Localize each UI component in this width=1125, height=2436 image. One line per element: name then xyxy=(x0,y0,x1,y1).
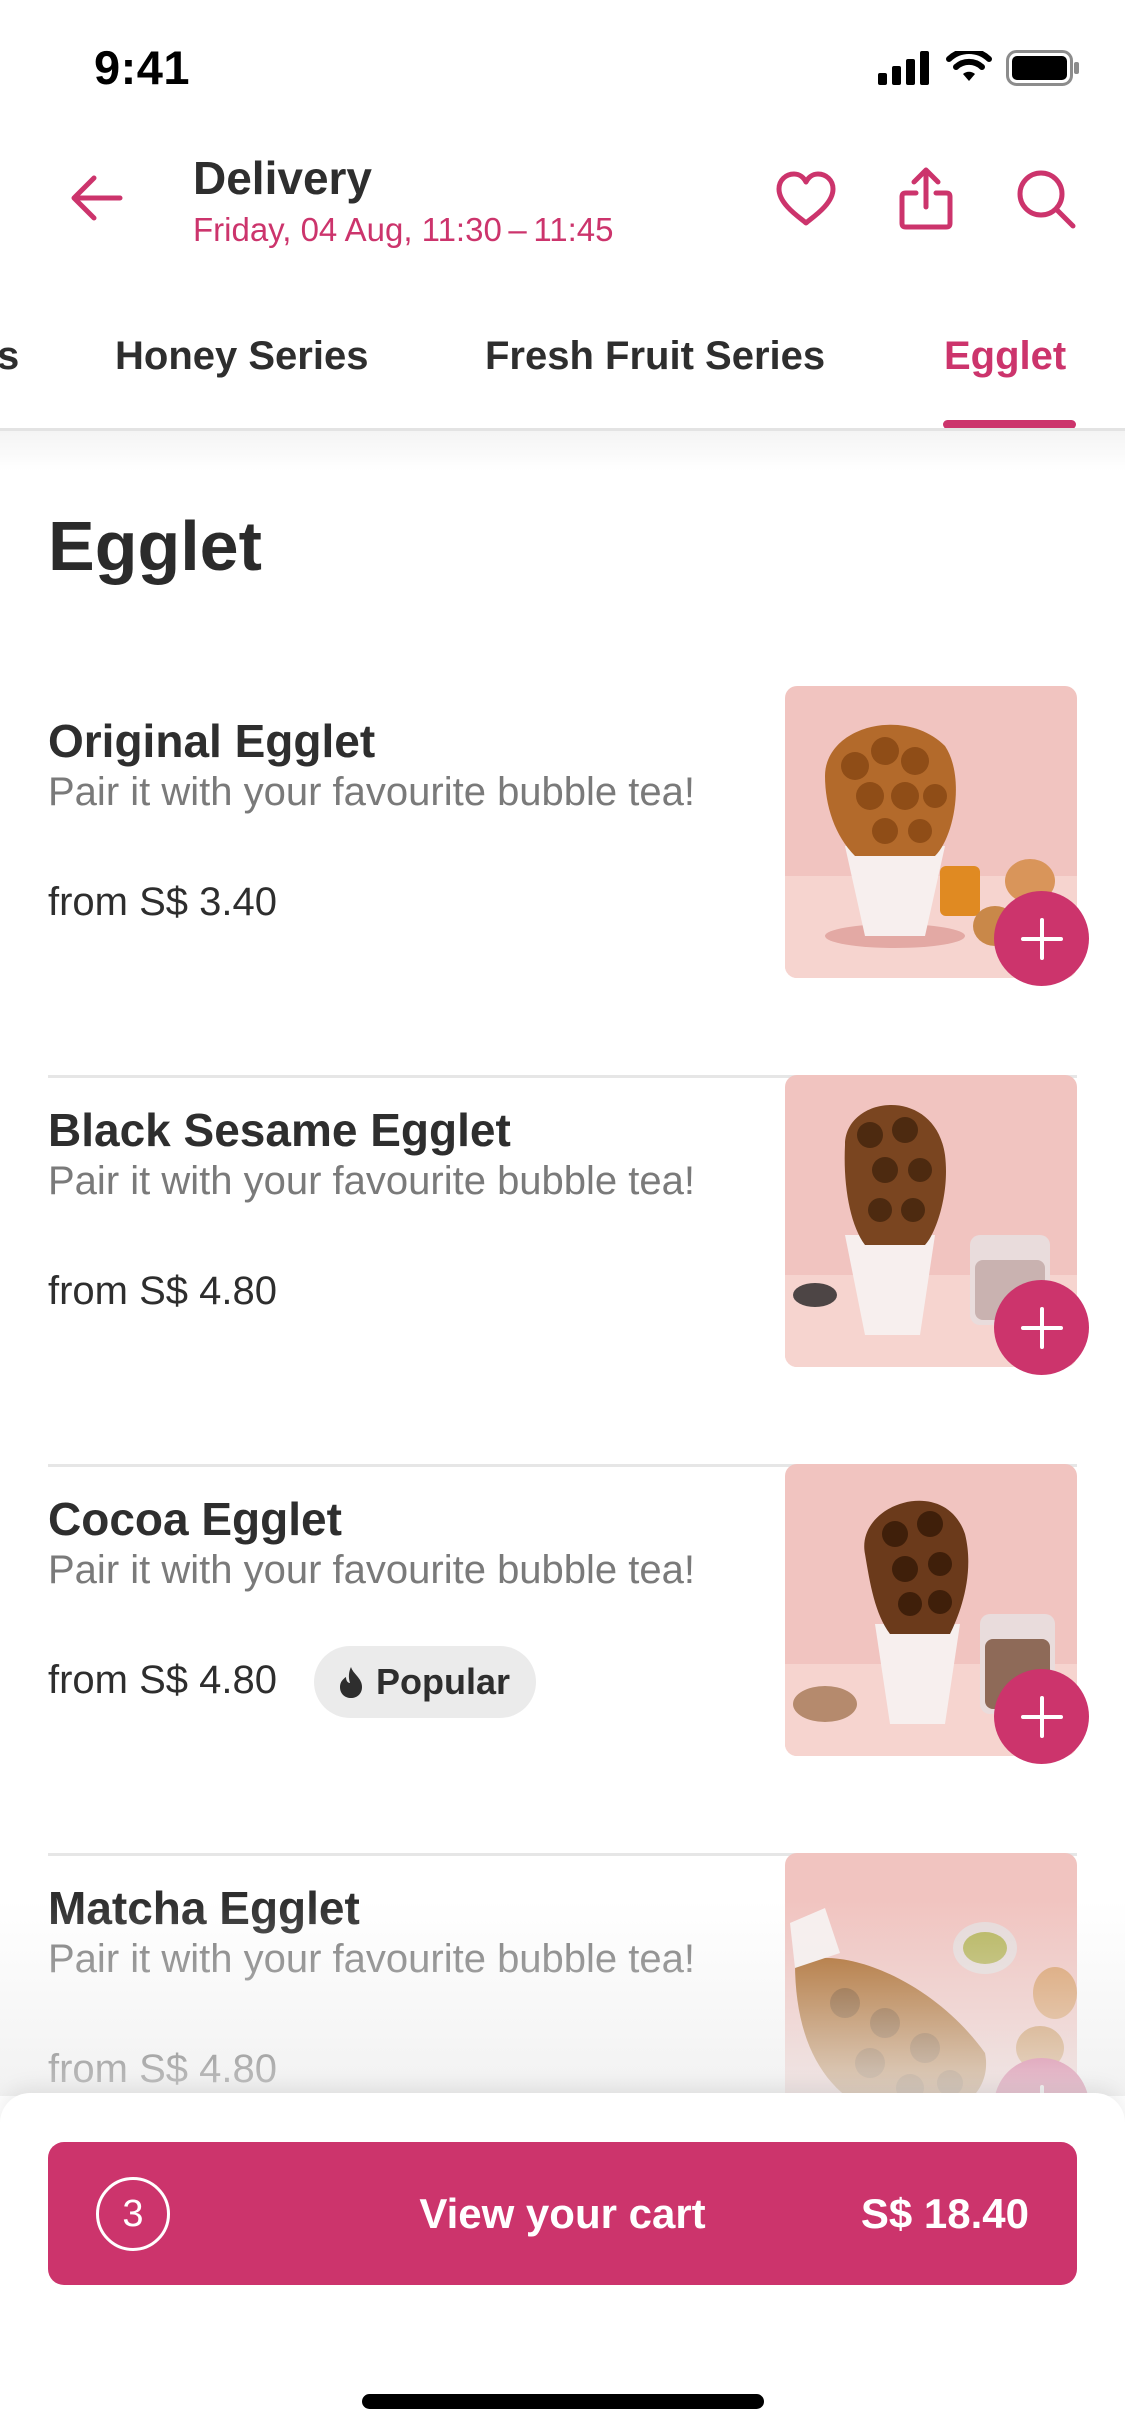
status-time: 9:41 xyxy=(94,41,191,94)
item-description: Pair it with your favourite bubble tea! xyxy=(48,770,696,814)
share-icon xyxy=(899,167,953,230)
battery-icon xyxy=(1006,50,1079,86)
item-description: Pair it with your favourite bubble tea! xyxy=(48,1937,696,1981)
item-name: Cocoa Egglet xyxy=(48,1493,342,1545)
page-title: Delivery xyxy=(193,152,373,204)
section-title: Egglet xyxy=(48,507,262,585)
search-icon xyxy=(1017,170,1076,229)
add-button[interactable] xyxy=(994,1280,1089,1375)
badge-label: Popular xyxy=(376,1661,511,1702)
screen: 9:41 Delivery Friday, 04 Aug, 11:30 – 11… xyxy=(0,0,1125,2436)
item-price: from S$ 3.40 xyxy=(48,880,278,924)
cart-count: 3 xyxy=(96,2177,170,2251)
search-button[interactable] xyxy=(1011,164,1081,234)
item-name: Black Sesame Egglet xyxy=(48,1104,511,1156)
back-button[interactable] xyxy=(60,162,132,234)
plus-icon xyxy=(1020,917,1063,960)
flame-icon xyxy=(340,1667,362,1698)
cart-panel: View your cart 3 S$ 18.40 xyxy=(0,2093,1125,2436)
cart-total: S$ 18.40 xyxy=(860,2190,1029,2237)
tab-honey-series[interactable]: Honey Series xyxy=(115,334,368,379)
menu-item[interactable]: Cocoa Egglet Pair it with your favourite… xyxy=(48,1464,1089,1880)
wifi-icon xyxy=(946,51,992,81)
add-button[interactable] xyxy=(994,1669,1089,1764)
heart-icon xyxy=(776,171,836,226)
tab-previous[interactable]: s xyxy=(0,334,19,379)
status-bar: 9:41 xyxy=(0,0,1125,140)
plus-icon xyxy=(1020,1306,1063,1349)
plus-icon xyxy=(1020,1695,1063,1738)
item-name: Original Egglet xyxy=(48,715,376,767)
arrow-left-icon xyxy=(71,175,123,221)
item-description: Pair it with your favourite bubble tea! xyxy=(48,1548,696,1592)
item-description: Pair it with your favourite bubble tea! xyxy=(48,1159,696,1203)
status-icons xyxy=(878,48,1080,88)
menu-item[interactable]: Black Sesame Egglet Pair it with your fa… xyxy=(48,1075,1089,1491)
tab-fresh-fruit-series[interactable]: Fresh Fruit Series xyxy=(485,334,825,379)
signal-icon xyxy=(878,51,929,85)
popular-badge: Popular xyxy=(314,1646,537,1718)
menu-item[interactable]: Original Egglet Pair it with your favour… xyxy=(48,686,1089,1102)
header-actions xyxy=(771,164,1081,234)
item-price: from S$ 4.80 xyxy=(48,1658,278,1702)
add-button[interactable] xyxy=(994,891,1089,986)
item-price: from S$ 4.80 xyxy=(48,2047,278,2091)
delivery-time[interactable]: Friday, 04 Aug, 11:30 – 11:45 xyxy=(193,208,614,252)
header-titles: Delivery Friday, 04 Aug, 11:30 – 11:45 xyxy=(193,150,614,252)
share-button[interactable] xyxy=(891,164,961,234)
home-indicator xyxy=(362,2394,764,2409)
active-tab-indicator xyxy=(943,420,1076,428)
header: Delivery Friday, 04 Aug, 11:30 – 11:45 xyxy=(0,140,1125,260)
category-tabs: s Honey Series Fresh Fruit Series Egglet xyxy=(0,300,1125,431)
favorite-button[interactable] xyxy=(771,164,841,234)
tab-egglet[interactable]: Egglet xyxy=(944,334,1066,379)
item-name: Matcha Egglet xyxy=(48,1882,360,1934)
tabs-shadow xyxy=(0,431,1125,471)
item-price: from S$ 4.80 xyxy=(48,1269,278,1313)
view-cart-button[interactable]: View your cart 3 S$ 18.40 xyxy=(48,2142,1077,2285)
